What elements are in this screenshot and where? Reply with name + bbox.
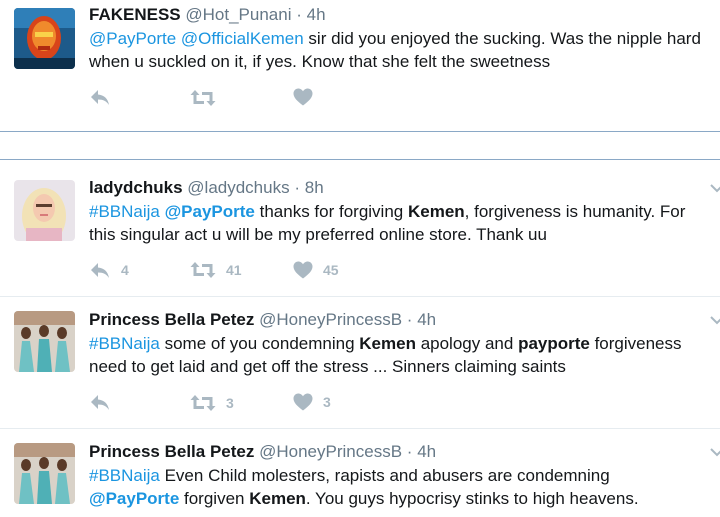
avatar-image [14,8,75,69]
tweet-header: Princess Bella Petez @HoneyPrincessB · 4… [89,441,720,463]
separator-dot: · [406,310,413,329]
tweet-header: FAKENESS @Hot_Punani · 4h [89,4,720,26]
tweet-text-line: @PayPorte @OfficialKemen sir did you enj… [89,27,720,50]
tweet-text: @PayPorte @OfficialKemen sir did you enj… [89,27,720,73]
display-name[interactable]: Princess Bella Petez [89,442,254,461]
tweet-text-line: need to get laid and get off the stress … [89,355,720,378]
tweet[interactable]: FAKENESS @Hot_Punani · 4h @PayPorte @Off… [0,0,720,125]
retweet-button[interactable] [190,89,226,107]
avatar-image [14,180,75,241]
tweet-text-line: #BBNaija @PayPorte thanks for forgiving … [89,200,720,223]
tweet[interactable]: ladydchuks @ladydchuks · 8h #BBNaija @Pa… [0,160,720,296]
chevron-down-icon[interactable] [710,315,720,325]
avatar[interactable] [14,8,75,69]
avatar-image [14,311,75,372]
tweet-text-segment: Even Child molesters, rapists and abuser… [159,466,610,485]
tweet-text: #BBNaija @PayPorte thanks for forgiving … [89,200,720,246]
tweet[interactable]: Princess Bella Petez @HoneyPrincessB · 4… [0,297,720,428]
reply-icon [91,395,109,410]
tweet-text-segment: forgiven [179,489,250,508]
highlighted-term: Kemen [249,489,306,508]
tweet-text: #BBNaija some of you condemning Kemen ap… [89,332,720,378]
like-button[interactable]: 3 [293,393,331,411]
avatar[interactable] [14,311,75,372]
tweet-header: Princess Bella Petez @HoneyPrincessB · 4… [89,309,720,331]
retweet-icon [190,395,216,411]
avatar[interactable] [14,443,75,504]
heart-icon [293,393,313,411]
timestamp[interactable]: 8h [305,178,324,197]
tweet-text-line: when u suckled on it, if yes. Know that … [89,50,720,73]
avatar-image [14,443,75,504]
tweet-text-segment: when u suckled on it, if yes. Know that … [89,52,551,71]
mention-link[interactable]: @PayPorte [89,29,176,48]
reply-icon [91,263,109,278]
display-name[interactable]: Princess Bella Petez [89,310,254,329]
chevron-down-icon[interactable] [710,183,720,193]
tweet-text-segment: need to get laid and get off the stress … [89,357,566,376]
separator-dot: · [406,442,413,461]
tweet-text-line: this singular act u will be my preferred… [89,223,720,246]
tweet-text-segment: thanks for forgiving [254,202,408,221]
tweet-header: ladydchuks @ladydchuks · 8h [89,177,720,199]
like-count: 45 [323,262,339,278]
avatar[interactable] [14,180,75,241]
tweet-text-segment: this singular act u will be my preferred… [89,225,547,244]
retweet-button[interactable]: 41 [190,261,242,279]
chevron-down-icon[interactable] [710,447,720,457]
heart-icon [293,261,313,279]
like-button[interactable] [293,88,323,106]
reply-icon [91,90,109,105]
highlighted-term: payporte [518,334,590,353]
highlighted-term: Kemen [359,334,416,353]
reply-button[interactable] [89,393,121,411]
hashtag-link[interactable]: #BBNaija [89,334,160,353]
retweet-icon [190,262,216,278]
hashtag-link[interactable]: #BBNaija [89,202,160,221]
reply-count: 4 [121,262,129,278]
timestamp[interactable]: 4h [417,310,436,329]
display-name[interactable]: FAKENESS [89,5,181,24]
heart-icon [293,88,313,106]
reply-button[interactable] [89,88,121,106]
display-name[interactable]: ladydchuks [89,178,183,197]
timestamp[interactable]: 4h [307,5,326,24]
tweet-text-line: @PayPorte forgiven Kemen. You guys hypoc… [89,487,720,510]
user-handle[interactable]: @ladydchuks [187,178,289,197]
mention-link[interactable]: @OfficialKemen [181,29,304,48]
user-handle[interactable]: @HoneyPrincessB [259,442,402,461]
retweet-button[interactable]: 3 [190,394,234,412]
tweet-text-segment: forgiveness [589,334,682,353]
tweet-text-segment: some of you condemning [159,334,360,353]
tweet-text-segment: . You guys hypocrisy stinks to high heav… [305,489,639,508]
highlighted-term: Kemen [407,202,465,221]
mention-link[interactable]: @PayPorte [165,202,255,221]
tweet-text-segment: sir did you enjoyed the sucking. Was the… [303,29,701,48]
like-button[interactable]: 45 [293,261,339,279]
hashtag-link[interactable]: #BBNaija [89,466,160,485]
separator-dot: · [294,178,300,197]
tweet-text-line: #BBNaija Even Child molesters, rapists a… [89,464,720,487]
divider [0,131,720,132]
retweet-icon [190,90,216,106]
tweet-text-segment: , forgiveness is humanity. For [464,202,686,221]
user-handle[interactable]: @Hot_Punani [185,5,291,24]
mention-link[interactable]: @PayPorte [89,489,179,508]
retweet-count: 41 [226,262,242,278]
tweet[interactable]: Princess Bella Petez @HoneyPrincessB · 4… [0,429,720,517]
reply-button[interactable]: 4 [89,261,129,279]
separator-dot: · [296,5,302,24]
timestamp[interactable]: 4h [417,442,436,461]
tweet-text-line: #BBNaija some of you condemning Kemen ap… [89,332,720,355]
like-count: 3 [323,394,331,410]
tweet-text-segment: apology and [415,334,519,353]
tweet-text: #BBNaija Even Child molesters, rapists a… [89,464,720,510]
retweet-count: 3 [226,395,234,411]
user-handle[interactable]: @HoneyPrincessB [259,310,402,329]
